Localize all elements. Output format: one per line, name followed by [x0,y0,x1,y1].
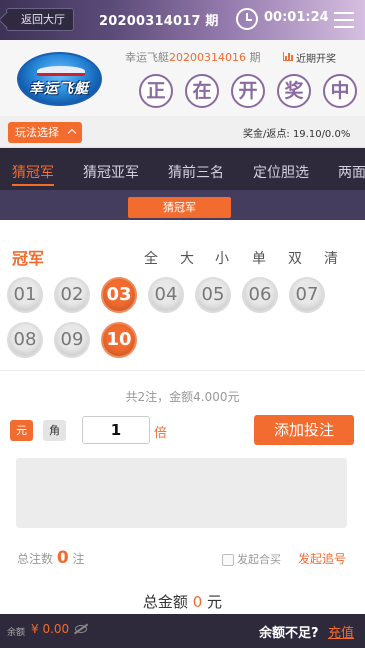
number-ball[interactable]: 10 [101,322,137,358]
quick-select-button[interactable]: 小 [215,248,229,268]
quick-select-button[interactable]: 全 [144,248,158,268]
current-issue: 20200314017 期 [99,14,219,29]
quick-select-button[interactable]: 双 [288,248,302,268]
total-bets-label: 总注数 [17,552,54,566]
total-bets-unit: 注 [72,552,85,566]
total-amount: 总金额 0 元 [0,591,365,612]
draw-status-char: 奖 [277,74,311,108]
play-tab[interactable]: 定位胆选 [253,162,309,182]
quick-select-button[interactable]: 单 [252,248,266,268]
game-logo: 幸运飞艇 [17,52,102,106]
logo-text: 幸运飞艇 [29,81,89,97]
back-to-lobby-button[interactable]: 返回大厅 [6,8,74,31]
total-bets: 总注数 0 注 [17,548,85,568]
hide-balance-icon[interactable] [75,625,87,633]
recent-results-label: 近期开奖 [296,54,336,65]
insufficient-balance-text: 余额不足? [259,626,319,641]
divider [0,370,365,371]
play-select-button[interactable]: 玩法选择 [8,122,82,143]
top-header: 返回大厅 20200314017 期 00:01:24 [0,0,365,40]
number-ball[interactable]: 05 [195,277,231,313]
balance-value: ¥ 0.00 [31,622,70,636]
checkbox-icon[interactable] [222,554,234,566]
play-tab[interactable]: 猜冠亚军 [83,162,139,182]
countdown-timer: 00:01:24 [264,10,329,25]
sub-tab-guess-champion[interactable]: 猜冠军 [128,197,231,218]
number-ball[interactable]: 08 [7,322,43,358]
draw-status-char: 在 [185,74,219,108]
draw-status-char: 开 [231,74,265,108]
draw-status-char: 中 [323,74,357,108]
group-buy-label: 发起合买 [237,553,281,566]
play-tab[interactable]: 两面 [338,162,365,182]
recharge-link[interactable]: 充值 [328,622,354,641]
play-tab[interactable]: 猜冠军 [12,162,54,186]
quick-select-button[interactable]: 大 [180,248,194,268]
multiplier-input[interactable]: 1 [82,416,150,444]
number-ball[interactable]: 03 [101,277,137,313]
add-bet-button[interactable]: 添加投注 [254,415,354,445]
last-issue: 20200314016 [169,51,246,64]
number-ball[interactable]: 07 [289,277,325,313]
total-bets-value: 0 [56,548,69,568]
play-tab[interactable]: 猜前三名 [168,162,224,182]
chase-number-link[interactable]: 发起追号 [298,550,346,567]
number-ball[interactable]: 01 [7,277,43,313]
recent-results-link[interactable]: 近期开奖 [283,50,336,65]
game-name: 幸运飞艇 [125,51,169,64]
total-amount-label: 总金额 [142,593,188,611]
total-amount-value: 0 [192,593,203,611]
bar-chart-icon [283,52,293,61]
total-amount-unit: 元 [207,593,223,611]
bonus-value: 19.10/0.0% [292,129,351,140]
number-ball[interactable]: 06 [242,277,278,313]
unit-yuan-button[interactable]: 元 [10,420,33,441]
play-tabs: 猜冠军 猜冠亚军 猜前三名 定位胆选 两面 [0,148,365,190]
group-buy-toggle[interactable]: 发起合买 [222,551,281,567]
number-ball[interactable]: 04 [148,277,184,313]
bet-cart-list[interactable] [16,458,347,528]
last-issue-suffix: 期 [249,51,261,64]
menu-icon[interactable] [334,12,354,28]
position-label: 冠军 [12,249,45,268]
quick-select-button[interactable]: 清 [324,248,338,268]
balance-label: 余额 [7,628,26,638]
bet-summary: 共2注，金额4.000元 [125,390,240,404]
number-ball[interactable]: 02 [54,277,90,313]
draw-status-char: 正 [139,74,173,108]
bonus-rebate: 奖金/返点: 19.10/0.0% [243,125,350,140]
bonus-label: 奖金/返点: [243,129,290,140]
boat-icon [37,66,85,76]
multiplier-unit: 倍 [154,426,168,441]
unit-jiao-button[interactable]: 角 [43,420,66,441]
number-ball[interactable]: 09 [54,322,90,358]
last-draw-line: 幸运飞艇20200314016 期 [125,49,260,65]
clock-icon [236,8,258,30]
